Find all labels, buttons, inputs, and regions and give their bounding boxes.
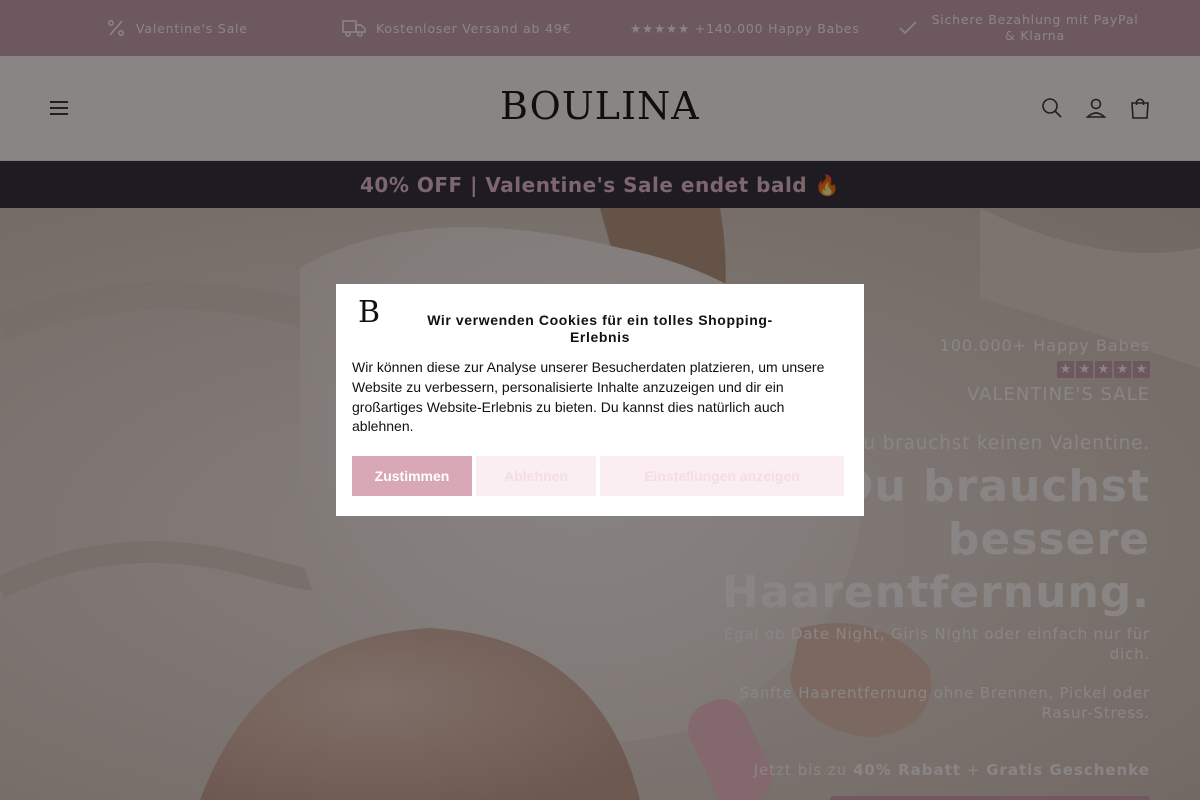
accept-cookies-button[interactable]: Zustimmen [352, 456, 472, 496]
brand-logo-icon: B [358, 295, 381, 330]
decline-cookies-button[interactable]: Ablehnen [476, 456, 596, 496]
cookie-body: Wir können diese zur Analyse unserer Bes… [352, 359, 825, 435]
cookie-consent-dialog: B Wir verwenden Cookies für ein tolles S… [336, 284, 864, 516]
cookie-title: Wir verwenden Cookies für ein tolles Sho… [427, 312, 773, 345]
cookie-settings-button[interactable]: Einstellungen anzeigen [600, 456, 844, 496]
